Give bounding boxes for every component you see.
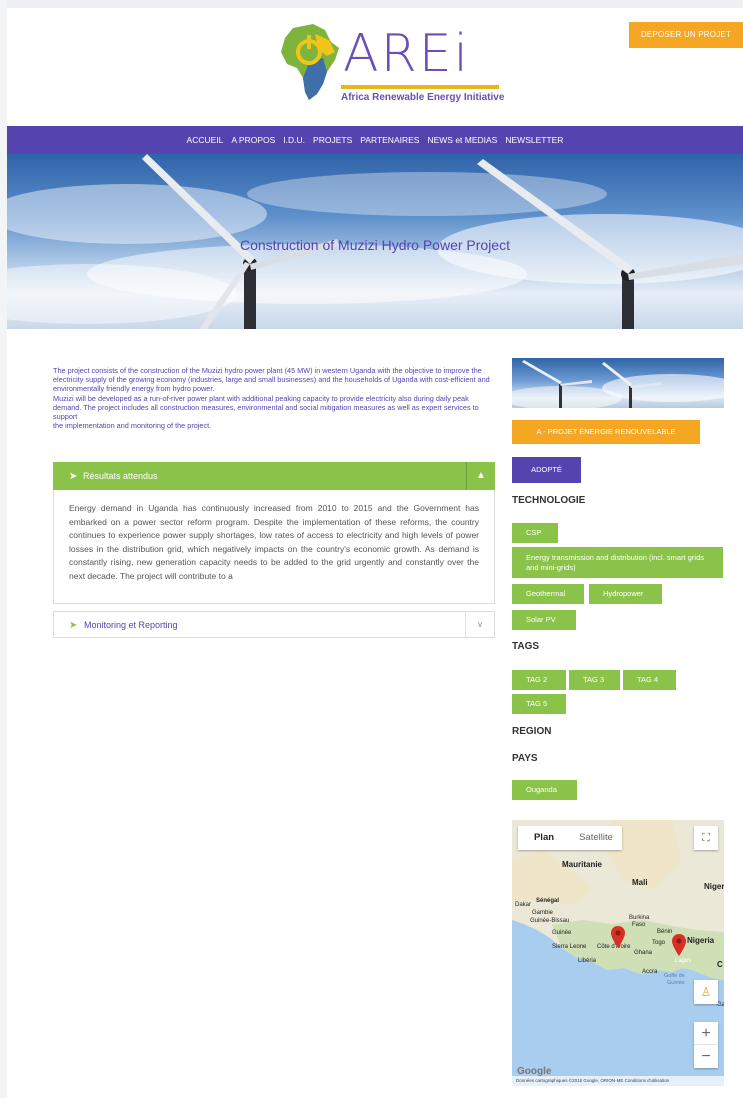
tech-tag-geothermal[interactable]: Geothermal: [512, 584, 584, 604]
window-top-strip: [0, 0, 743, 8]
zoom-control: + −: [694, 1022, 718, 1068]
map-label-gambie: Gambie: [532, 910, 554, 916]
map-marker-icon[interactable]: [611, 926, 625, 948]
map-label-senegal: Sénégal: [536, 898, 560, 904]
location-map[interactable]: Plan Satellite ⛶ Mauritanie Mali Niger D…: [512, 820, 724, 1086]
wind-turbines-thumbnail: [512, 360, 724, 408]
zoom-out-button[interactable]: −: [694, 1045, 718, 1068]
map-label-golfe-guinee: Guinée: [667, 980, 685, 986]
chevron-down-icon[interactable]: ∨: [465, 612, 494, 637]
project-thumbnail: [512, 358, 724, 408]
region-heading: REGION: [512, 726, 552, 737]
accordion-resultats-header[interactable]: ➤ Résultats attendus ▲: [53, 462, 495, 490]
map-type-control: Plan Satellite: [518, 826, 622, 850]
tech-tag-hydropower[interactable]: Hydropower: [589, 584, 662, 604]
logo-subtitle: Africa Renewable Energy Initiative: [341, 92, 505, 103]
map-label-sierra-leone: Sierra Leone: [552, 944, 587, 950]
pays-heading: PAYS: [512, 753, 538, 764]
zoom-in-button[interactable]: +: [694, 1022, 718, 1045]
description-paragraph-3: the implementation and monitoring of the…: [53, 421, 212, 431]
description-paragraph-2: Muzizi will be developed as a run-of-riv…: [53, 393, 479, 422]
nav-item-idu[interactable]: I.D.U.: [283, 135, 305, 145]
logo-underline: [341, 85, 499, 89]
tech-tag-csp[interactable]: CSP: [512, 523, 558, 543]
tech-tag-energy-transmission[interactable]: Energy transmission and distribution (in…: [512, 547, 723, 578]
tags-heading: TAGS: [512, 641, 540, 652]
hero-banner: Construction of Muzizi Hydro Power Proje…: [7, 154, 743, 329]
map-label-mauritanie: Mauritanie: [562, 860, 603, 869]
page-title: Construction of Muzizi Hydro Power Proje…: [240, 237, 510, 253]
chevron-up-icon[interactable]: ▲: [466, 462, 495, 490]
map-type-satellite[interactable]: Satellite: [570, 826, 622, 850]
map-label-guinee: Guinée: [552, 930, 572, 936]
technologie-heading: TECHNOLOGIE: [512, 495, 586, 506]
map-attribution[interactable]: Données cartographiques ©2016 Google, OR…: [512, 1076, 724, 1086]
map-label-togo: Togo: [652, 940, 666, 946]
tag-2[interactable]: TAG 2: [512, 670, 566, 690]
map-label-ga: Ga: [717, 1002, 724, 1008]
accordion-monitoring-header[interactable]: ➤ Monitoring et Reporting ∨: [53, 611, 495, 638]
project-description: The project consists of the construction…: [53, 366, 495, 430]
site-header: AREi Africa Renewable Energy Initiative …: [7, 8, 743, 126]
nav-item-accueil[interactable]: ACCUEIL: [187, 135, 224, 145]
map-label-faso: Faso: [632, 922, 646, 928]
deposer-projet-button[interactable]: DEPOSER UN PROJET: [629, 22, 743, 48]
map-label-mali: Mali: [632, 878, 648, 887]
tag-5[interactable]: TAG 5: [512, 694, 566, 714]
map-label-niger: Niger: [704, 882, 724, 891]
nav-item-a-propos[interactable]: A PROPOS: [231, 135, 275, 145]
nav-item-news[interactable]: NEWS et MEDIAS: [427, 135, 497, 145]
africa-power-icon: [281, 24, 339, 100]
map-label-ghana: Ghana: [634, 950, 653, 956]
map-label-accra: Accra: [642, 969, 658, 975]
tech-tag-solar-pv[interactable]: Solar PV: [512, 610, 576, 630]
map-label-c: C: [717, 960, 723, 969]
category-button[interactable]: A - PROJET ÉNERGIE RENOUVELABLE: [512, 420, 700, 444]
map-label-nigeria: Nigeria: [687, 936, 715, 945]
accordion-resultats-body: Energy demand in Uganda has continuously…: [53, 490, 495, 604]
main-nav: ACCUEIL A PROPOS I.D.U. PROJETS PARTENAI…: [7, 126, 743, 154]
map-label-guinee-bissau: Guinée-Bissau: [530, 918, 570, 924]
pays-tag-ouganda[interactable]: Ouganda: [512, 780, 577, 800]
map-label-golfe: Golfe de: [664, 973, 685, 979]
map-land: [512, 820, 724, 980]
nav-item-newsletter[interactable]: NEWSLETTER: [505, 135, 563, 145]
paper-plane-icon: ➤: [69, 620, 78, 631]
arei-logo[interactable]: AREi Africa Renewable Energy Initiative: [279, 22, 509, 112]
accordion-resultats-label: Résultats attendus: [83, 471, 158, 481]
nav-item-projets[interactable]: PROJETS: [313, 135, 352, 145]
pegman-icon[interactable]: ♙: [694, 980, 718, 1004]
map-label-dakar: Dakar: [515, 902, 532, 908]
map-label-lagos: Lagos: [675, 958, 692, 964]
map-label-benin: Bénin: [657, 929, 673, 935]
map-label-burkina: Burkina: [629, 915, 650, 921]
accordion-monitoring-label: Monitoring et Reporting: [84, 620, 178, 630]
tag-3[interactable]: TAG 3: [569, 670, 620, 690]
map-type-plan[interactable]: Plan: [518, 826, 570, 850]
status-badge[interactable]: ADOPTÉ: [512, 457, 581, 483]
map-marker-icon[interactable]: [672, 934, 686, 956]
window-left-strip: [0, 0, 7, 1098]
logo-title: AREi: [343, 24, 471, 84]
fullscreen-icon[interactable]: ⛶: [694, 826, 718, 850]
description-paragraph-1: The project consists of the construction…: [53, 366, 490, 394]
tag-4[interactable]: TAG 4: [623, 670, 676, 690]
paper-plane-icon: ➤: [69, 471, 78, 482]
nav-item-partenaires[interactable]: PARTENAIRES: [360, 135, 419, 145]
map-label-liberia: Libéria: [578, 958, 597, 964]
